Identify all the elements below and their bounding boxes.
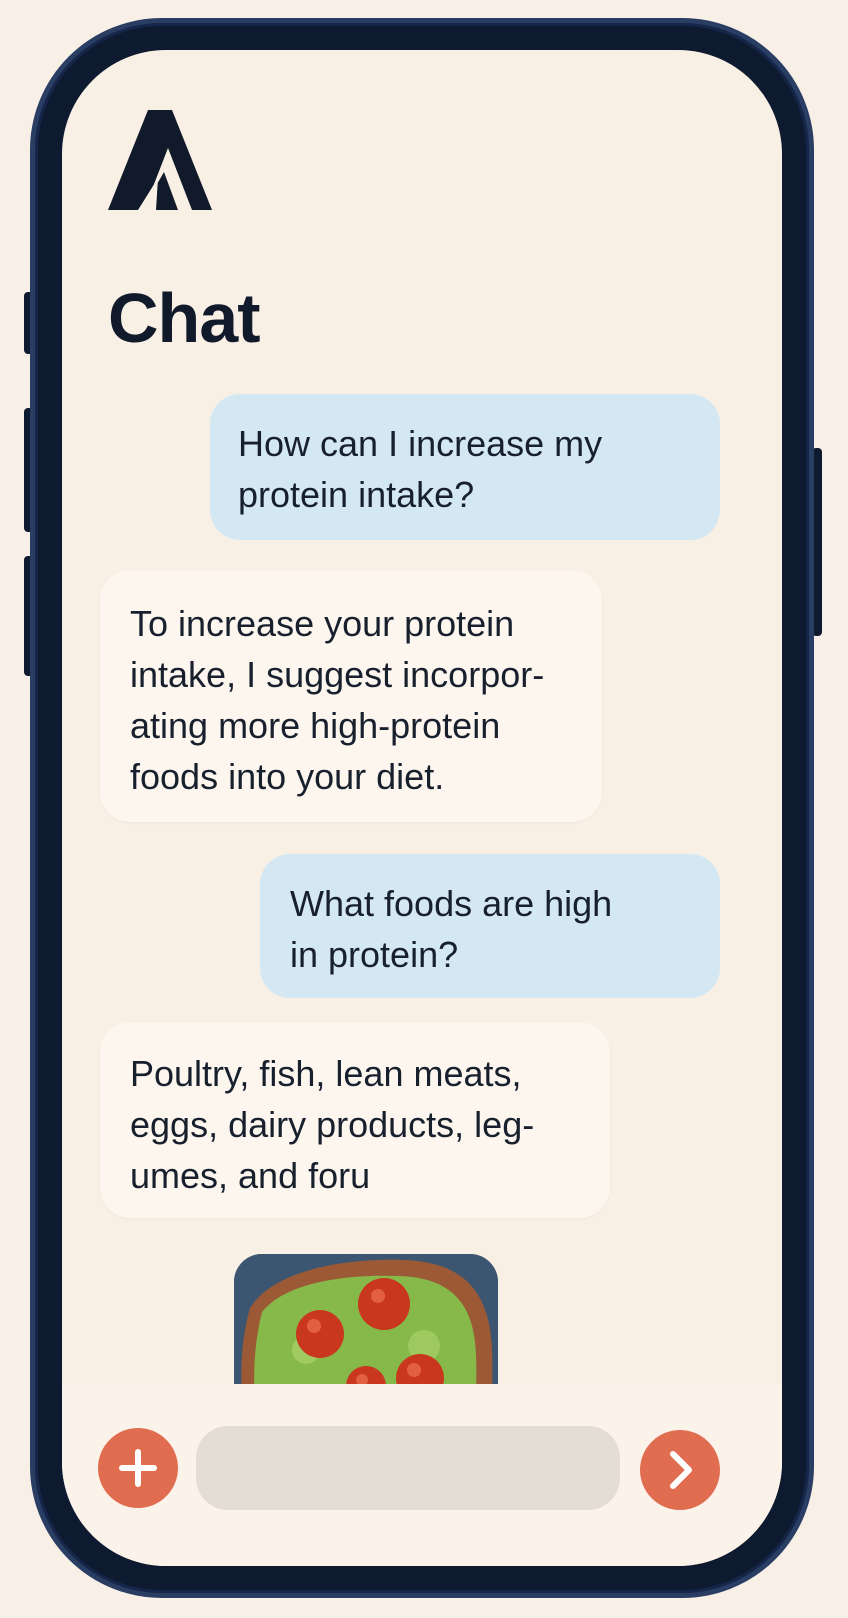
- chevron-right-icon: [670, 1451, 692, 1489]
- chat-screen: Chat How can I increase my protein intak…: [62, 50, 782, 1566]
- user-message: How can I increase my protein intake?: [210, 394, 720, 540]
- add-attachment-button[interactable]: [98, 1428, 178, 1508]
- a-logo: [108, 110, 212, 210]
- message-composer: [62, 1384, 782, 1566]
- assistant-message: Poultry, fish, lean meats, eggs, dairy p…: [100, 1022, 610, 1218]
- page-title: Chat: [108, 279, 261, 357]
- message-input[interactable]: [196, 1426, 620, 1510]
- app-screenshot: Chat How can I increase my protein intak…: [0, 0, 848, 1618]
- assistant-message: To increase your protein intake, I sugge…: [100, 570, 602, 822]
- plus-icon: [119, 1449, 157, 1487]
- user-message: What foods are high in protein?: [260, 854, 720, 998]
- send-button[interactable]: [640, 1430, 720, 1510]
